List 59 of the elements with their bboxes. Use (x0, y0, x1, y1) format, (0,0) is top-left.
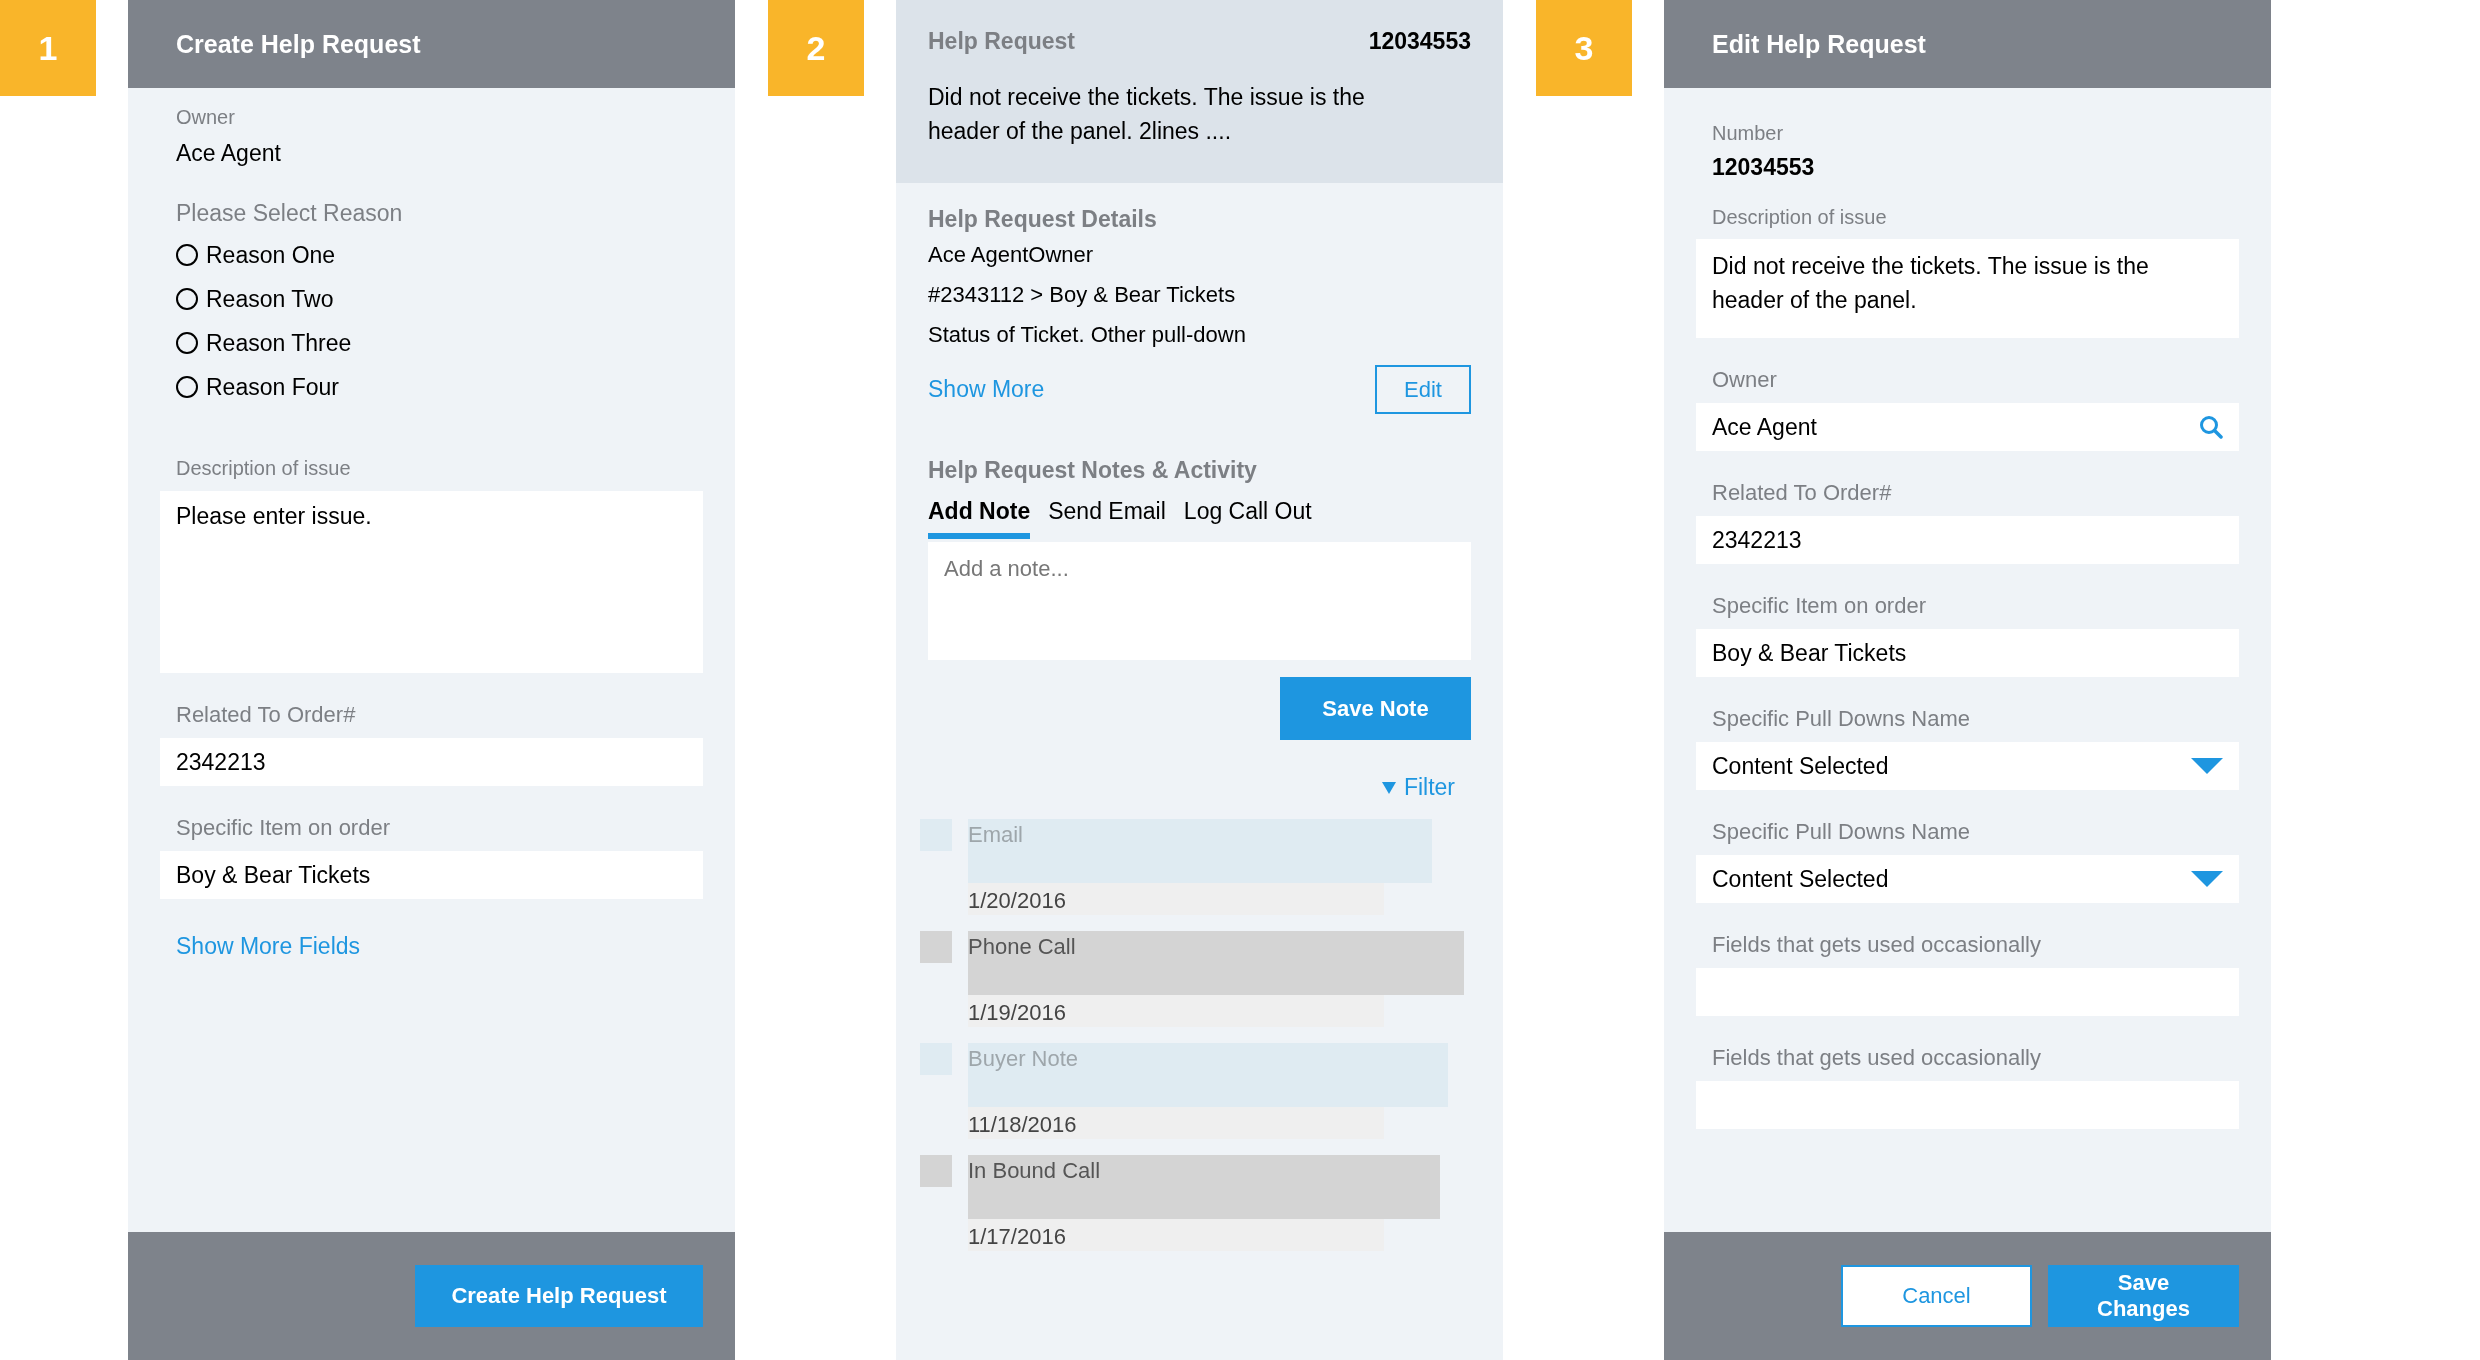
activity-date: 1/20/2016 (968, 883, 1384, 915)
radio-label[interactable]: Reason Three (206, 329, 352, 357)
field-label: Related To Order# (1711, 479, 1892, 507)
input-field[interactable]: Boy & Bear Tickets (160, 851, 703, 899)
owner-value: Ace Agent (175, 139, 281, 168)
text-area[interactable]: Please enter issue. (160, 491, 703, 673)
note-field[interactable]: Add a note... (928, 542, 1471, 660)
caret-icon (2191, 758, 2223, 774)
field-label: Description of issue (1711, 205, 1887, 230)
input-field[interactable]: 2342213 (160, 738, 703, 786)
step-badge: 2 (768, 0, 864, 96)
radio-label[interactable]: Reason One (206, 241, 336, 269)
radio-button[interactable] (176, 332, 198, 354)
activity-date: 1/17/2016 (968, 1219, 1384, 1251)
tab[interactable]: Send Email (1048, 498, 1166, 539)
radio-label[interactable]: Reason Four (206, 373, 339, 401)
search-icon[interactable] (2200, 416, 2223, 439)
field-label: Owner (1711, 366, 1777, 394)
field-label: Specific Item on order (1711, 592, 1926, 620)
panel-header: Create Help Request (128, 0, 735, 88)
caret-icon (2191, 871, 2223, 887)
activity-date: 11/18/2016 (968, 1107, 1384, 1139)
field-label: Fields that gets used occasionally (1711, 931, 2041, 959)
panel-header: Edit Help Request (1664, 0, 2271, 88)
field-label: Number (1711, 121, 1784, 146)
activity-date: 1/19/2016 (968, 995, 1384, 1027)
field-label: Related To Order# (175, 701, 356, 729)
tab[interactable]: Log Call Out (1183, 498, 1312, 539)
detail-text: Status of Ticket. Other pull-down (928, 321, 1246, 349)
detail-text: Ace AgentOwner (928, 241, 1094, 269)
request-number: 12034553 (1368, 27, 1471, 55)
search-field[interactable]: Ace Agent (1696, 403, 2239, 451)
field-label: Specific Pull Downs Name (1711, 705, 1970, 733)
field-label: Please Select Reason (175, 199, 403, 227)
input-field[interactable]: Boy & Bear Tickets (1696, 629, 2239, 677)
field-label: Description of issue (175, 456, 351, 481)
request-description: Did not receive the tickets. The issue is the header of the panel. 2lines .... (928, 83, 1366, 146)
activity-title[interactable]: In Bound Call (968, 1155, 1440, 1219)
dropdown[interactable]: Content Selected (1696, 855, 2239, 903)
request-title: Help Request (928, 27, 1075, 55)
step-badge: 1 (0, 0, 96, 96)
radio-button[interactable] (176, 288, 198, 310)
field-label: Fields that gets used occasionally (1711, 1044, 2041, 1072)
text-area[interactable]: Did not receive the tickets. The issue is the header of the panel. (1696, 239, 2239, 338)
field-label: Specific Pull Downs Name (1711, 818, 1970, 846)
section-heading: Help Request Notes & Activity (928, 456, 1257, 485)
radio-label[interactable]: Reason Two (206, 285, 334, 313)
radio-button[interactable] (176, 376, 198, 398)
dropdown[interactable]: Content Selected (1696, 742, 2239, 790)
field-label: Specific Item on order (175, 814, 390, 842)
request-number: 12034553 (1711, 153, 1815, 182)
section-heading: Help Request Details (928, 205, 1157, 234)
input-field[interactable]: 2342213 (1696, 516, 2239, 564)
step-badge: 3 (1536, 0, 1632, 96)
field-label: Owner (175, 105, 235, 130)
detail-text: #2343112 > Boy & Bear Tickets (928, 281, 1236, 309)
radio-button[interactable] (176, 244, 198, 266)
activity-title[interactable]: Phone Call (968, 931, 1464, 995)
triangle-down-icon (1381, 780, 1396, 795)
